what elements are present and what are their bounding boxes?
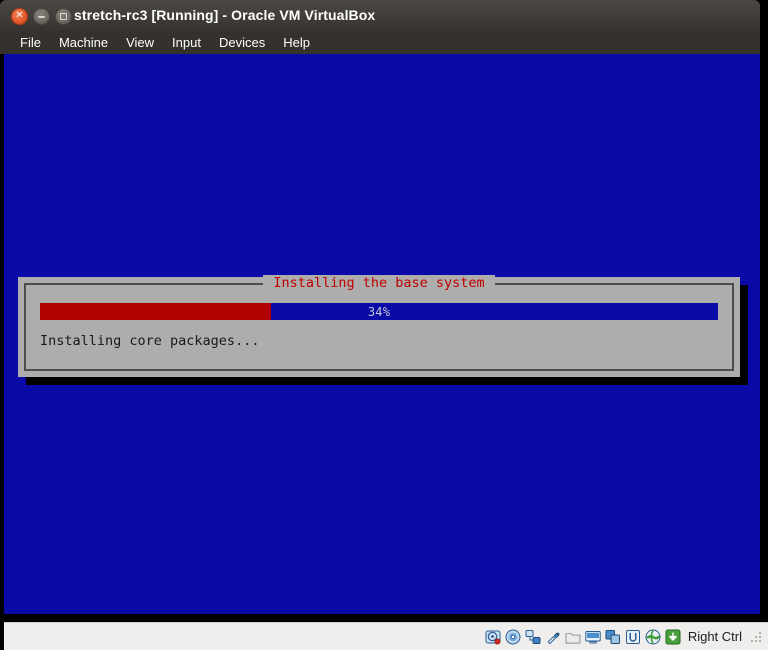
installer-status-text: Installing core packages... <box>40 333 260 349</box>
hard-disk-icon[interactable] <box>485 629 501 645</box>
menu-item-view[interactable]: View <box>117 33 163 53</box>
dialog-frame: Installing the base system 34% Installin… <box>18 275 740 377</box>
virtualbox-window: ✕ stretch-rc3 [Running] - Oracle VM Virt… <box>0 0 768 650</box>
menu-item-help[interactable]: Help <box>274 33 319 53</box>
virtualization-icon[interactable] <box>625 629 641 645</box>
dialog-title: Installing the base system <box>263 275 495 291</box>
close-button[interactable]: ✕ <box>11 8 28 25</box>
menu-item-file[interactable]: File <box>11 33 50 53</box>
optical-disk-icon[interactable] <box>505 629 521 645</box>
maximize-button[interactable] <box>55 8 72 25</box>
shared-folders-icon[interactable] <box>565 629 581 645</box>
progress-percent-label: 34% <box>367 304 391 319</box>
dialog-title-container: Installing the base system <box>26 275 732 291</box>
menu-item-devices[interactable]: Devices <box>210 33 274 53</box>
menu-item-input[interactable]: Input <box>163 33 210 53</box>
window-controls: ✕ <box>11 8 72 25</box>
menu-bar: File Machine View Input Devices Help <box>0 32 760 54</box>
minimize-button[interactable] <box>33 8 50 25</box>
vm-display[interactable]: Installing the base system 34% Installin… <box>4 54 760 614</box>
host-key-icon[interactable] <box>665 629 681 645</box>
installer-dialog: Installing the base system 34% Installin… <box>18 275 748 385</box>
host-key-label: Right Ctrl <box>687 629 742 644</box>
progress-track: 34% <box>40 303 718 320</box>
mouse-integration-icon[interactable] <box>645 629 661 645</box>
usb-icon[interactable] <box>545 629 561 645</box>
window-title: stretch-rc3 [Running] - Oracle VM Virtua… <box>74 7 376 23</box>
progress-bar: 34% <box>40 303 718 320</box>
resize-grip[interactable] <box>748 629 764 645</box>
dialog-inner-border: Installing the base system 34% Installin… <box>24 275 734 371</box>
menu-item-machine[interactable]: Machine <box>50 33 117 53</box>
recording-icon[interactable] <box>605 629 621 645</box>
status-icons <box>485 629 681 645</box>
title-bar: ✕ stretch-rc3 [Running] - Oracle VM Virt… <box>0 0 760 32</box>
display-icon[interactable] <box>585 629 601 645</box>
network-icon[interactable] <box>525 629 541 645</box>
vbox-status-bar: Right Ctrl <box>4 622 768 650</box>
